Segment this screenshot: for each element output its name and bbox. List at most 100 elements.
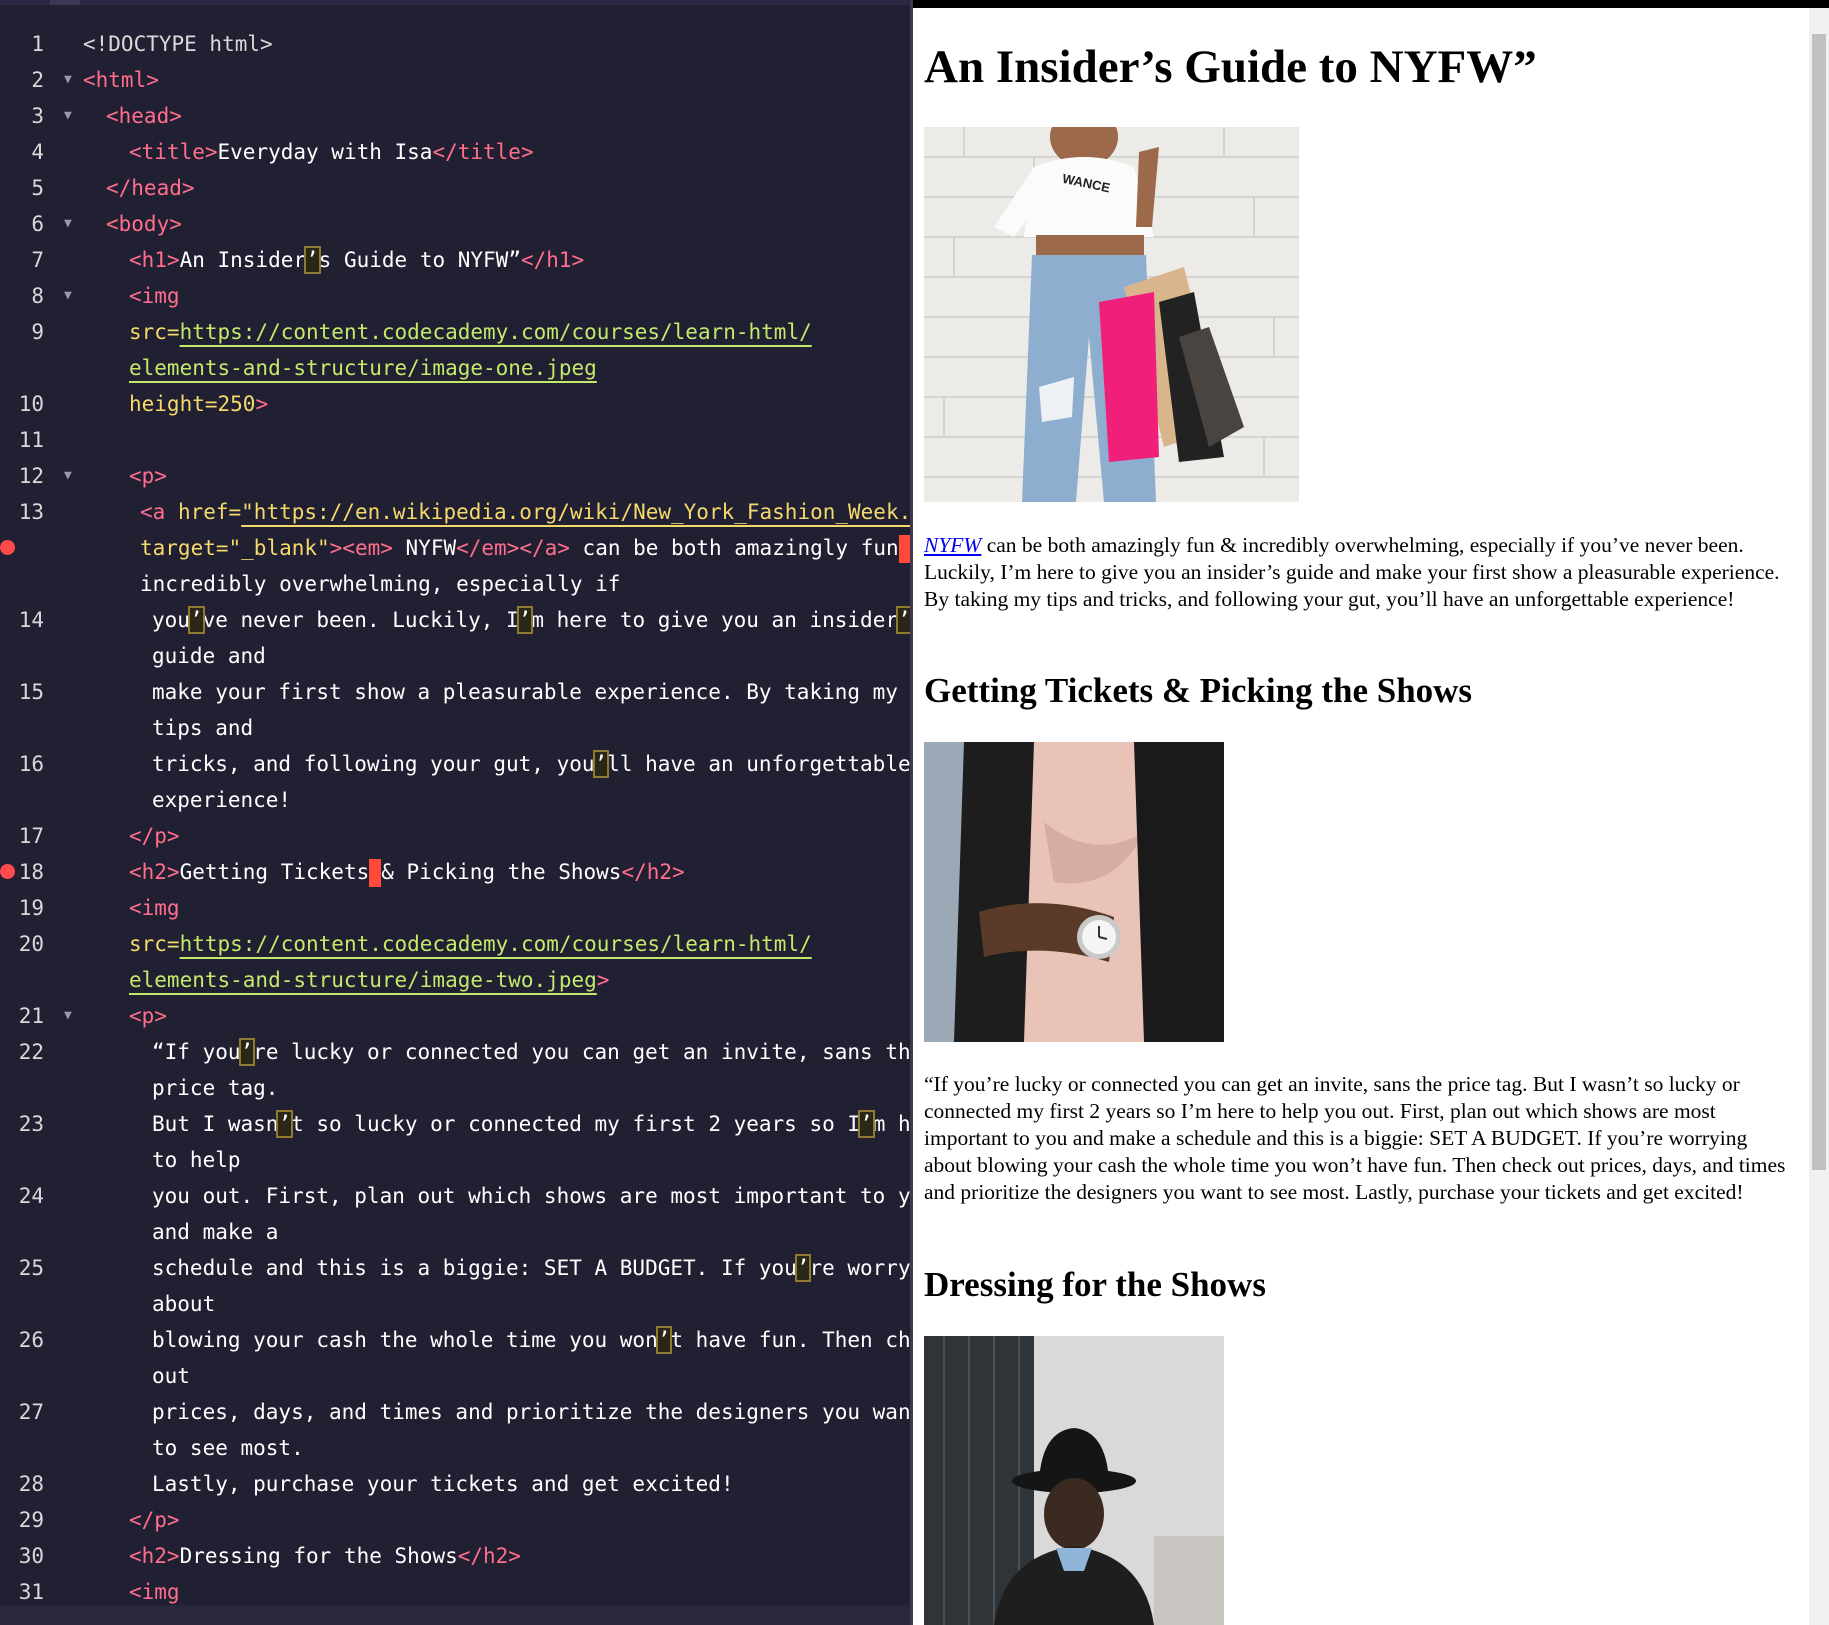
- code-line: price tag.: [152, 1076, 279, 1100]
- code-attr: src=: [129, 320, 180, 344]
- highlighted-char: ’: [276, 1110, 294, 1138]
- code-text: But I wasn: [152, 1112, 279, 1136]
- code-line: guide and: [152, 644, 266, 668]
- code-line: Lastly, purchase your tickets and get ex…: [152, 1472, 734, 1496]
- code-line: tricks, and following your gut, you’ll h…: [152, 746, 910, 782]
- code-attr: height=: [129, 392, 218, 416]
- line-number: 30: [18, 1544, 44, 1568]
- image-one: WANCE: [924, 127, 1299, 502]
- editor-top-border: [0, 0, 910, 5]
- intro-paragraph: NYFW can be both amazingly fun & incredi…: [924, 532, 1794, 613]
- code-tag: <html>: [83, 68, 159, 92]
- line-number: 1: [31, 32, 44, 56]
- code-tag: <body>: [106, 212, 182, 236]
- shopping-woman-illustration: WANCE: [924, 127, 1299, 502]
- code-line: <p>: [129, 998, 167, 1034]
- line-number: 26: [18, 1328, 44, 1352]
- line-number: 14: [18, 608, 44, 632]
- fold-arrow-icon[interactable]: ▼: [64, 278, 76, 314]
- code-tag: <img: [129, 896, 180, 920]
- man-in-hat-illustration: [924, 1336, 1224, 1625]
- code-tag: </h2>: [457, 1544, 521, 1568]
- code-tag: </p>: [129, 824, 180, 848]
- code-attr: href=: [177, 500, 242, 524]
- code-text: can be both amazingly fun: [569, 536, 899, 560]
- fold-arrow-icon[interactable]: ▼: [64, 458, 76, 494]
- code-tag: </title>: [432, 140, 534, 164]
- code-attr-value: 250: [217, 392, 256, 416]
- code-text: ll have an unforgettable: [607, 752, 910, 776]
- code-line: target="_blank"><em> NYFW</em></a> can b…: [140, 530, 910, 566]
- code-line: blowing your cash the whole time you won…: [152, 1322, 910, 1358]
- section-heading-tickets: Getting Tickets & Picking the Shows: [924, 671, 1473, 710]
- code-text: tricks, and following your gut, you: [152, 752, 595, 776]
- code-url[interactable]: https://content.codecademy.com/courses/l…: [180, 320, 812, 344]
- code-line: experience!: [152, 788, 292, 812]
- editor-horizontal-scrollbar[interactable]: [0, 1605, 910, 1625]
- code-line: src=https://content.codecademy.com/cours…: [129, 926, 812, 962]
- code-text: t have fun. Then check: [670, 1328, 910, 1352]
- code-line: make your first show a pleasurable exper…: [152, 680, 898, 704]
- code-url[interactable]: https://content.codecademy.com/courses/l…: [180, 932, 812, 956]
- code-tag: <h2>: [129, 1544, 180, 1568]
- fold-arrow-icon[interactable]: ▼: [64, 998, 76, 1034]
- error-marker: [369, 859, 382, 887]
- error-marker: [898, 535, 910, 563]
- code-text: Dressing for the Shows: [179, 1544, 458, 1568]
- highlighted-char: ’: [794, 1254, 812, 1282]
- line-number: 10: [18, 392, 44, 416]
- code-tag: </h2>: [621, 860, 685, 884]
- breakpoint-marker[interactable]: [0, 864, 15, 879]
- preview-scrollbar-thumb[interactable]: [1812, 34, 1826, 1170]
- highlighted-char: ’: [516, 606, 534, 634]
- fold-arrow-icon[interactable]: ▼: [64, 62, 76, 98]
- code-url[interactable]: elements-and-structure/image-two.jpeg: [129, 968, 597, 992]
- code-text: s Guide to NYFW”: [318, 248, 521, 272]
- code-editor[interactable]: 1 2 3 4 5 6 7 8 9 10 11 12 13 14 15 16 1…: [0, 0, 910, 1625]
- code-url[interactable]: elements-and-structure/image-one.jpeg: [129, 356, 597, 380]
- fold-arrow-icon[interactable]: ▼: [64, 206, 76, 242]
- code-line: tips and: [152, 716, 254, 740]
- code-line: <h1>An Insider’s Guide to NYFW”</h1>: [129, 242, 584, 278]
- section-heading-dressing: Dressing for the Shows: [924, 1265, 1266, 1304]
- code-url[interactable]: "https://en.wikipedia.org/wiki/New_York_…: [241, 500, 910, 524]
- preview-top-bar: [913, 0, 1829, 8]
- code-attr-value: "_blank": [228, 536, 330, 560]
- line-number: 27: [18, 1400, 44, 1424]
- browser-preview[interactable]: An Insider’s Guide to NYFW” WANCE NYFW c…: [913, 0, 1829, 1625]
- code-tag: >: [255, 392, 269, 416]
- code-tag: <a: [140, 500, 178, 524]
- code-line: to see most.: [152, 1436, 304, 1460]
- code-line: <body>: [106, 206, 182, 242]
- code-tag: </em></a>: [456, 536, 570, 560]
- line-number: 4: [31, 140, 44, 164]
- line-number: 17: [18, 824, 44, 848]
- code-tag: <img: [129, 284, 180, 308]
- code-tag: </h1>: [520, 248, 585, 272]
- code-tag: <head>: [106, 104, 182, 128]
- code-line: “If you’re lucky or connected you can ge…: [152, 1034, 910, 1070]
- highlighted-char: ’: [858, 1110, 875, 1138]
- code-text: m here: [872, 1112, 910, 1136]
- code-tag: <p>: [129, 1004, 167, 1028]
- image-three: [924, 1336, 1224, 1625]
- code-tag: </head>: [106, 176, 195, 200]
- nyfw-link[interactable]: NYFW: [924, 533, 981, 557]
- code-text: An Insider: [179, 248, 307, 272]
- line-number: 6: [31, 212, 44, 236]
- breakpoint-marker[interactable]: [0, 540, 15, 555]
- code-line: incredibly overwhelming, especially if: [140, 572, 621, 596]
- code-line: and make a: [152, 1220, 279, 1244]
- fold-arrow-icon[interactable]: ▼: [64, 98, 76, 134]
- code-line: <html>: [83, 62, 159, 98]
- code-line: about: [152, 1292, 216, 1316]
- code-line: you’ve never been. Luckily, I’m here to …: [152, 602, 910, 638]
- code-line: prices, days, and times and prioritize t…: [152, 1400, 910, 1424]
- code-line: elements-and-structure/image-one.jpeg: [129, 350, 597, 386]
- code-line: <h2>Getting Tickets & Picking the Shows</…: [129, 854, 685, 890]
- code-tag: <img: [129, 1580, 180, 1604]
- code-line: height=250>: [129, 386, 268, 422]
- code-line: you out. First, plan out which shows are…: [152, 1184, 910, 1208]
- code-text: t so lucky or connected my first 2 years…: [291, 1112, 861, 1136]
- line-number: 15: [18, 680, 44, 704]
